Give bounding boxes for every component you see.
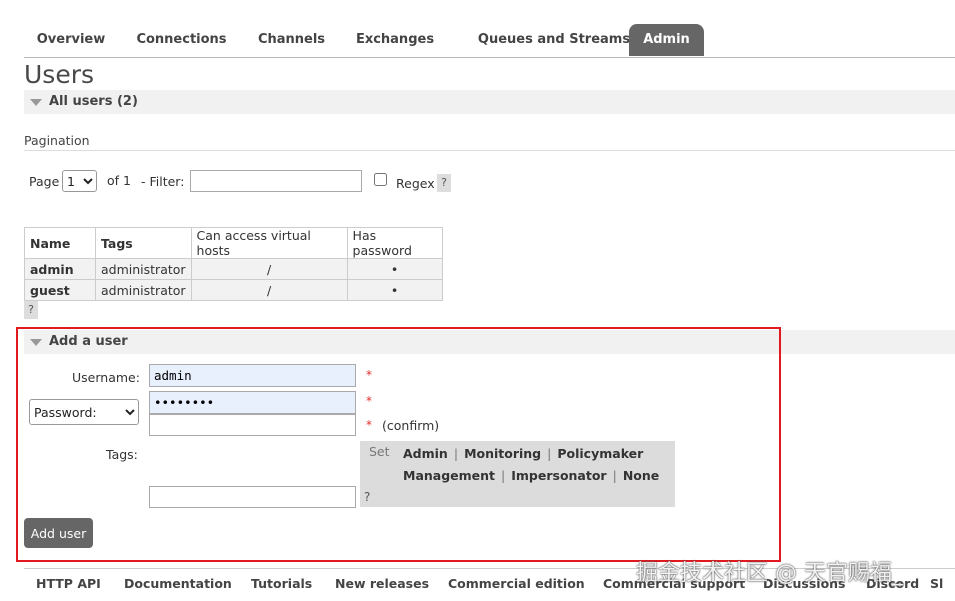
- user-tags: administrator: [95, 258, 192, 280]
- footer-link-slack[interactable]: Sl: [930, 576, 943, 591]
- user-name-link[interactable]: admin: [24, 258, 96, 280]
- user-name-link[interactable]: guest: [24, 279, 96, 301]
- users-table-help-button[interactable]: ?: [24, 301, 38, 319]
- nav-tabs: Overview Connections Channels Exchanges …: [24, 24, 955, 58]
- user-vhosts: /: [190, 258, 348, 280]
- column-header-vhosts: Can access virtual hosts: [190, 227, 348, 259]
- column-header-has-password: Has password: [346, 227, 443, 259]
- footer-link-http-api[interactable]: HTTP API: [36, 576, 101, 591]
- page-select[interactable]: 1: [62, 170, 97, 192]
- collapse-triangle-icon: [30, 99, 42, 106]
- page-title: Users: [24, 60, 95, 89]
- tab-admin[interactable]: Admin: [629, 24, 704, 56]
- tab-queues-and-streams[interactable]: Queues and Streams: [456, 24, 652, 56]
- regex-label: Regex: [396, 176, 435, 191]
- user-tags: administrator: [95, 279, 192, 301]
- regex-help-button[interactable]: ?: [437, 174, 451, 192]
- footer-link-documentation[interactable]: Documentation: [124, 576, 232, 591]
- column-header-name: Name: [24, 227, 96, 259]
- filter-input[interactable]: [190, 170, 362, 192]
- table-row[interactable]: admin administrator / •: [24, 258, 443, 280]
- footer-link-tutorials[interactable]: Tutorials: [251, 576, 312, 591]
- tab-exchanges[interactable]: Exchanges: [344, 24, 446, 56]
- all-users-label: All users (2): [49, 94, 138, 109]
- watermark-text: 掘金技术社区 @ 天官赐福_: [636, 561, 903, 586]
- user-has-password: •: [346, 279, 443, 301]
- footer-link-commercial-edition[interactable]: Commercial edition: [448, 576, 585, 591]
- pagination-heading: Pagination: [24, 133, 90, 148]
- tab-overview[interactable]: Overview: [24, 24, 118, 56]
- of-pages-label: of 1: [107, 173, 131, 188]
- table-header-row: Name Tags Can access virtual hosts Has p…: [24, 227, 443, 259]
- table-row[interactable]: guest administrator / •: [24, 279, 443, 301]
- user-vhosts: /: [190, 279, 348, 301]
- page-label: Page: [29, 174, 60, 189]
- user-has-password: •: [346, 258, 443, 280]
- tab-channels[interactable]: Channels: [246, 24, 337, 56]
- filter-label: - Filter:: [141, 174, 185, 189]
- users-table: Name Tags Can access virtual hosts Has p…: [24, 227, 443, 301]
- highlight-annotation-box: [16, 327, 781, 562]
- footer-link-new-releases[interactable]: New releases: [335, 576, 429, 591]
- column-header-tags: Tags: [95, 227, 192, 259]
- tab-connections[interactable]: Connections: [124, 24, 239, 56]
- all-users-section-header[interactable]: All users (2): [24, 90, 955, 114]
- divider: [24, 150, 955, 151]
- regex-checkbox[interactable]: [374, 173, 387, 186]
